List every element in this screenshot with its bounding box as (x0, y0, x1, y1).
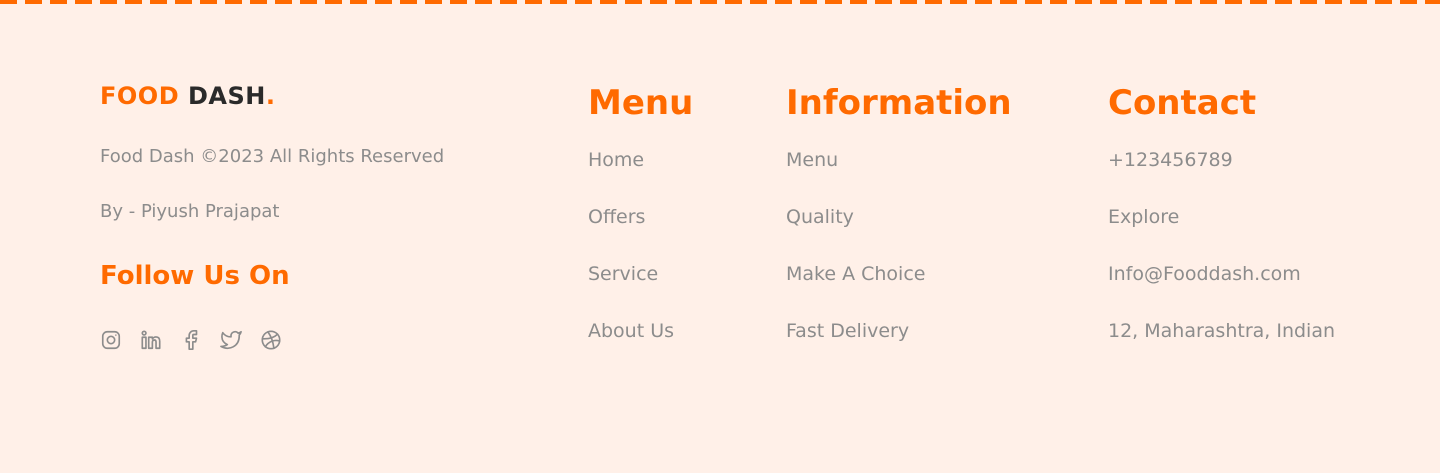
info-link-make-a-choice[interactable]: Make A Choice (786, 262, 1012, 319)
menu-heading: Menu (588, 83, 694, 123)
logo-dash-text: DASH (187, 82, 266, 110)
contact-address: 12, Maharashtra, Indian (1108, 320, 1336, 342)
linkedin-icon[interactable] (140, 329, 162, 351)
menu-column: Menu Home Offers Service About Us (588, 82, 693, 376)
facebook-icon[interactable] (180, 329, 202, 351)
info-link-fast-delivery[interactable]: Fast Delivery (786, 319, 1012, 376)
info-link-quality[interactable]: Quality (786, 205, 1012, 262)
social-links (100, 329, 282, 351)
contact-email[interactable]: Info@Fooddash.com (1108, 262, 1335, 319)
information-heading: Information (786, 83, 1012, 123)
contact-explore[interactable]: Explore (1108, 205, 1335, 262)
author-byline: By - Piyush Prajapat (100, 201, 280, 222)
instagram-icon[interactable] (100, 329, 122, 351)
twitter-icon[interactable] (220, 329, 242, 351)
top-dashed-border (0, 0, 1440, 4)
logo-dot: . (265, 82, 276, 110)
contact-phone[interactable]: +123456789 (1108, 148, 1335, 205)
contact-column: Contact +123456789 Explore Info@Fooddash… (1108, 82, 1335, 376)
dribbble-icon[interactable] (260, 329, 282, 351)
footer-logo[interactable]: FOOD DASH. (100, 82, 275, 110)
information-column: Information Menu Quality Make A Choice F… (786, 82, 1012, 376)
menu-link-about-us[interactable]: About Us (588, 319, 693, 376)
menu-link-offers[interactable]: Offers (588, 205, 693, 262)
copyright-text: Food Dash ©2023 All Rights Reserved (100, 146, 445, 167)
contact-heading: Contact (1108, 83, 1257, 123)
menu-link-service[interactable]: Service (588, 262, 693, 319)
logo-food-text: FOOD (100, 82, 180, 110)
info-link-menu[interactable]: Menu (786, 148, 1012, 205)
follow-us-heading: Follow Us On (100, 261, 290, 291)
menu-link-home[interactable]: Home (588, 148, 693, 205)
